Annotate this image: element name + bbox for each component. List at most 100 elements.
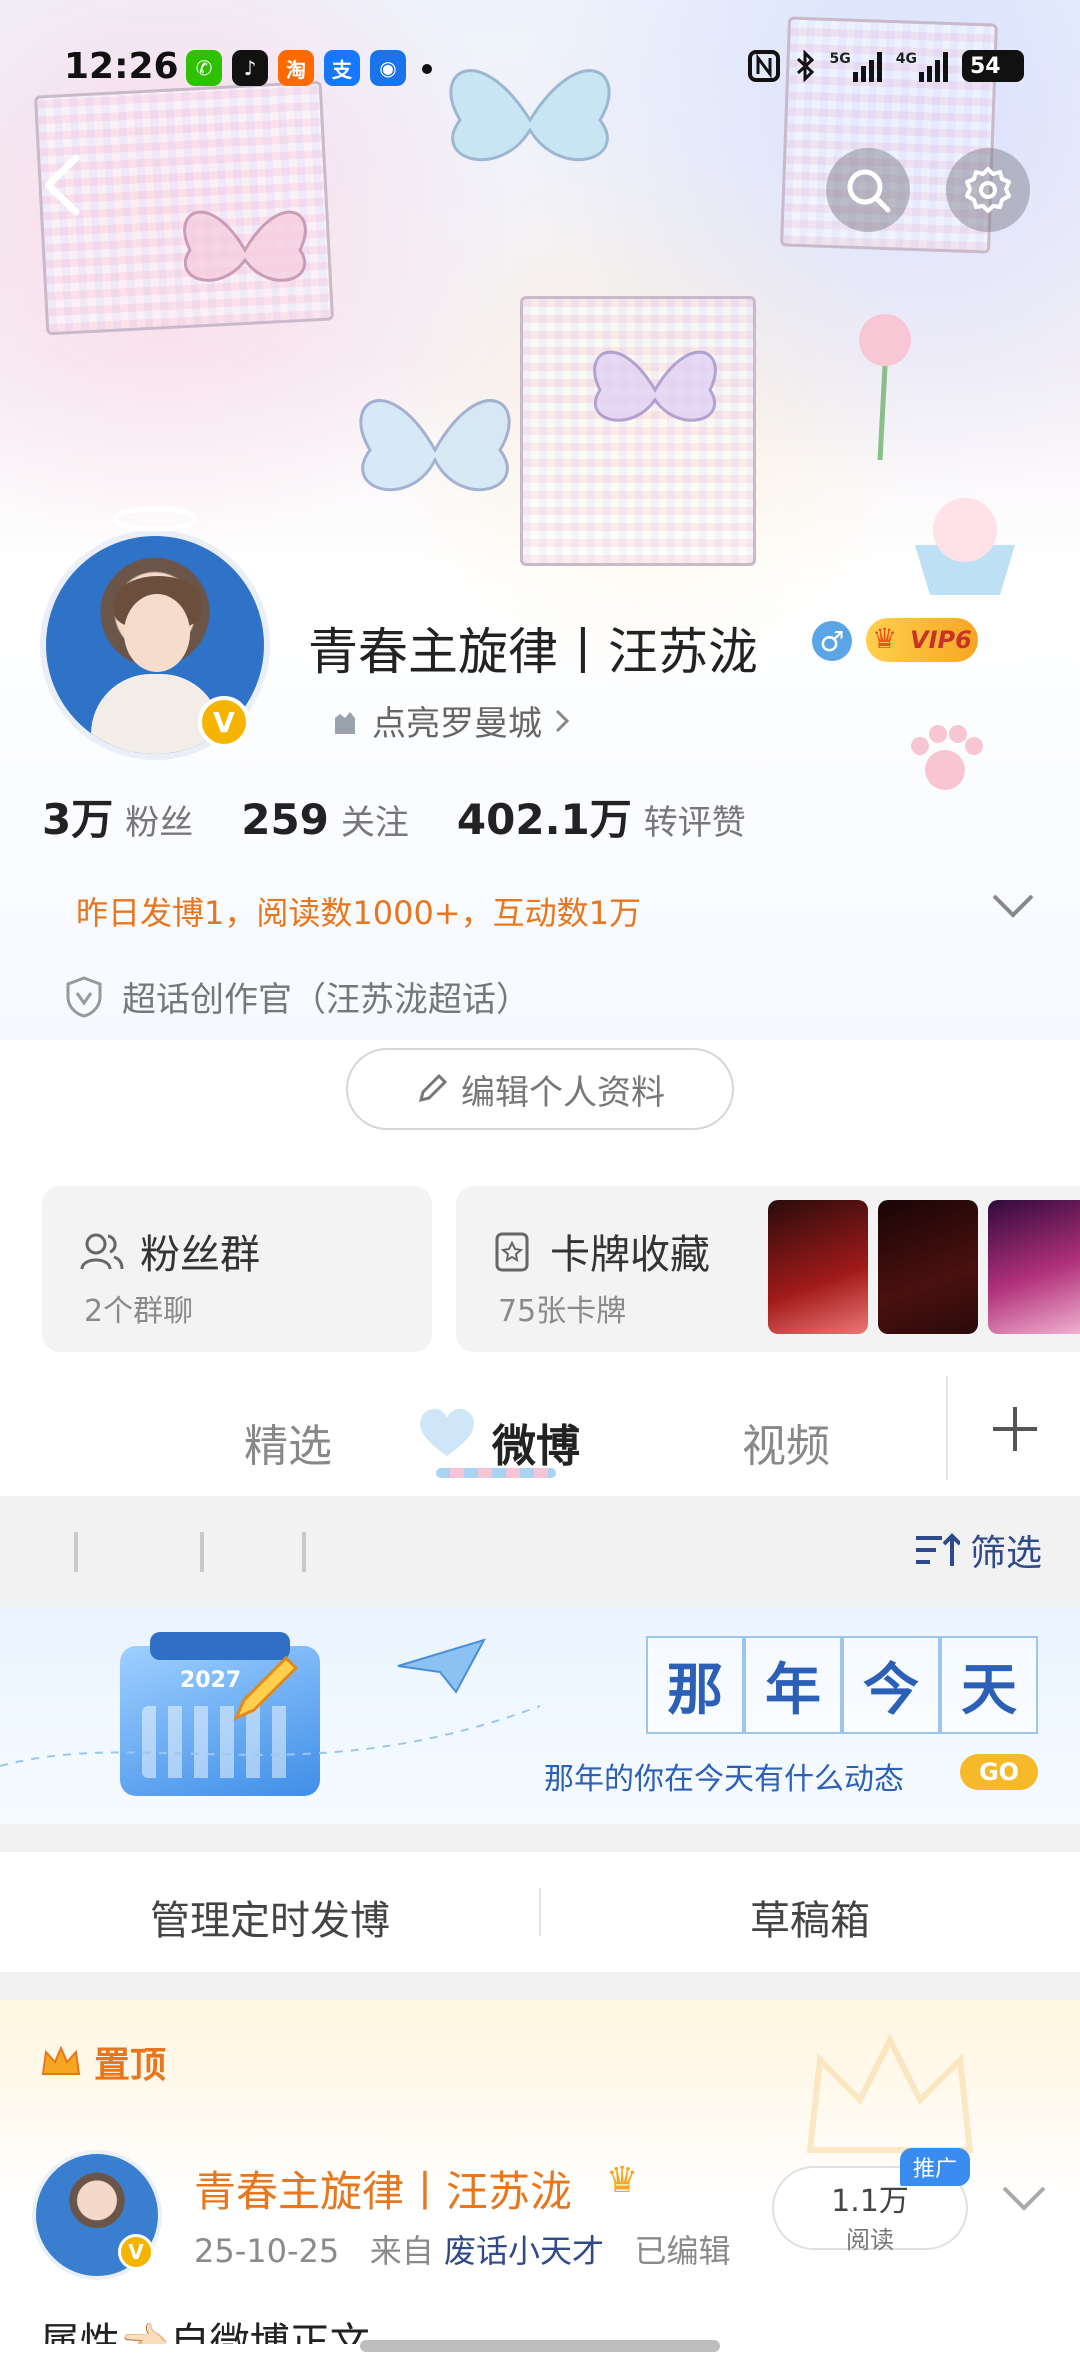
taobao-icon: 淘 (278, 50, 314, 86)
activity-summary[interactable]: 昨日发博1，阅读数1000+，互动数1万 (76, 888, 641, 934)
card-collection-title: 卡牌收藏 (494, 1222, 710, 1280)
vip-label: VIP6 (910, 626, 972, 654)
on-this-day-subtitle: 那年的你在今天有什么动态 (544, 1762, 904, 1797)
vip-crown-icon: ♛ (606, 2160, 639, 2201)
stat-interactions-label: 转评赞 (643, 803, 746, 843)
filter-label: 筛选 (969, 1533, 1042, 1574)
profile-nickname: 青春主旋律丨汪苏泷 (308, 623, 758, 681)
edit-profile-button[interactable]: 编辑个人资料 (346, 1048, 734, 1130)
active-tab-indicator (436, 1468, 556, 1478)
card-icon (495, 1232, 529, 1272)
status-time: 12:26 (64, 46, 179, 87)
card-collection-subtitle: 75张卡牌 (498, 1294, 627, 1329)
tab-weibo[interactable]: 微博 (492, 1410, 580, 1474)
stat-interactions-value: 402.1万 (456, 795, 632, 844)
crown-icon: ♛ (872, 622, 898, 655)
shield-icon (66, 975, 102, 1018)
cat-cupcake-icon (915, 498, 1015, 595)
signal-bars-icon (919, 50, 948, 82)
chevron-down-icon[interactable] (990, 888, 1036, 924)
fans-group-card[interactable]: 粉丝群 2个群聊 (42, 1186, 432, 1352)
post-meta: 25-10-25 来自 废话小天才 已编辑 (194, 2226, 731, 2272)
flower-icon (859, 314, 911, 461)
on-this-day-banner[interactable]: 2027 那 年 今 天 那年的你在今天有什么动态 GO (0, 1606, 1080, 1824)
nfc-icon (747, 50, 780, 82)
scheduled-posts-button[interactable]: 管理定时发博 (0, 1888, 540, 1946)
promote-badge[interactable]: 推广 (900, 2148, 970, 2186)
on-this-day-title: 那 年 今 天 (646, 1636, 1038, 1734)
stat-following-label: 关注 (340, 803, 409, 843)
gear-icon (965, 167, 1011, 213)
network-4g-label: 4G (895, 51, 917, 67)
post-author-name[interactable]: 青春主旋律丨汪苏泷 (194, 2158, 572, 2219)
home-indicator[interactable] (360, 2340, 720, 2352)
profile-stats: 3万 粉丝 259 关注 402.1万 转评赞 (42, 786, 794, 847)
app-icon: ◉ (370, 50, 406, 86)
title-char: 今 (842, 1636, 940, 1734)
back-button[interactable] (38, 150, 88, 220)
edit-profile-label: 编辑个人资料 (461, 1072, 665, 1113)
crown-icon (41, 2045, 81, 2075)
settings-button[interactable] (946, 148, 1030, 232)
filter-button[interactable]: 筛选 (914, 1524, 1042, 1576)
stat-followers-label: 粉丝 (125, 803, 194, 843)
avatar[interactable]: V (40, 506, 270, 760)
pinned-post[interactable]: 置顶 V 青春主旋律丨汪苏泷 ♛ 25-10-25 来自 废话小天才 已编辑 1… (0, 2000, 1080, 2374)
filter-placeholder (200, 1532, 204, 1572)
stat-interactions[interactable]: 402.1万 转评赞 (457, 786, 746, 847)
cover-decoration-note (520, 296, 756, 566)
stat-following-value: 259 (241, 795, 329, 844)
filter-icon (915, 1533, 960, 1566)
post-date: 25-10-25 (194, 2232, 340, 2270)
tab-featured[interactable]: 精选 (244, 1410, 332, 1474)
castle-icon (335, 711, 355, 734)
stat-following[interactable]: 259 关注 (241, 795, 409, 844)
status-right: 5G 4G 54 (747, 50, 1024, 82)
avatar-face (124, 594, 190, 672)
card-thumbnail[interactable] (878, 1200, 978, 1334)
post-edited: 已编辑 (634, 2232, 731, 2270)
alipay-icon: 支 (324, 50, 360, 86)
post-source-prefix: 来自 (369, 2232, 434, 2270)
creator-title-label: 超话创作官（汪苏泷超话） (122, 980, 530, 1020)
vip-badge[interactable]: ♛ VIP6 (866, 618, 978, 662)
battery-icon: 54 (962, 50, 1024, 82)
signal-4g: 4G (896, 50, 948, 82)
drafts-button[interactable]: 草稿箱 (540, 1888, 1080, 1946)
heart-icon (420, 1408, 474, 1456)
male-gender-icon: ♂ (812, 621, 852, 661)
network-5g-label: 5G (829, 51, 851, 67)
stat-followers[interactable]: 3万 粉丝 (42, 786, 193, 847)
bluetooth-icon (796, 50, 814, 82)
fans-group-subtitle: 2个群聊 (84, 1294, 194, 1329)
tiktok-icon: ♪ (232, 50, 268, 86)
location-label: 点亮罗曼城 (372, 704, 542, 744)
chevron-right-icon (555, 709, 570, 732)
profile-tabs: 精选 微博 视频 (0, 1380, 1080, 1496)
people-icon (80, 1233, 124, 1270)
card-thumbnail[interactable] (988, 1200, 1080, 1334)
location-link[interactable]: 点亮罗曼城 (330, 696, 570, 745)
card-thumbnail[interactable] (768, 1200, 868, 1334)
reads-label: 阅读 (846, 2226, 894, 2254)
signal-5g: 5G (830, 50, 882, 82)
signal-bars-icon (852, 50, 882, 82)
tab-video[interactable]: 视频 (742, 1410, 830, 1474)
post-source[interactable]: 废话小天才 (444, 2232, 604, 2270)
post-text[interactable]: 属性👈🏻自微博正文 (40, 2310, 370, 2344)
section-gap (0, 1824, 1080, 1852)
creator-title[interactable]: 超话创作官（汪苏泷超话） (64, 972, 530, 1021)
section-gap (0, 1972, 1080, 2000)
search-button[interactable] (826, 148, 910, 232)
verified-badge-icon: V (198, 696, 250, 748)
fans-group-label: 粉丝群 (140, 1232, 260, 1278)
chevron-down-icon[interactable] (1000, 2180, 1048, 2216)
filter-placeholder (74, 1532, 78, 1572)
add-tab-button[interactable] (990, 1404, 1040, 1454)
title-char: 天 (940, 1636, 1038, 1734)
card-collection-label: 卡牌收藏 (550, 1232, 710, 1278)
stat-followers-value: 3万 (42, 795, 114, 844)
go-button[interactable]: GO (960, 1754, 1038, 1790)
title-char: 年 (744, 1636, 842, 1734)
filter-placeholder (302, 1532, 306, 1572)
